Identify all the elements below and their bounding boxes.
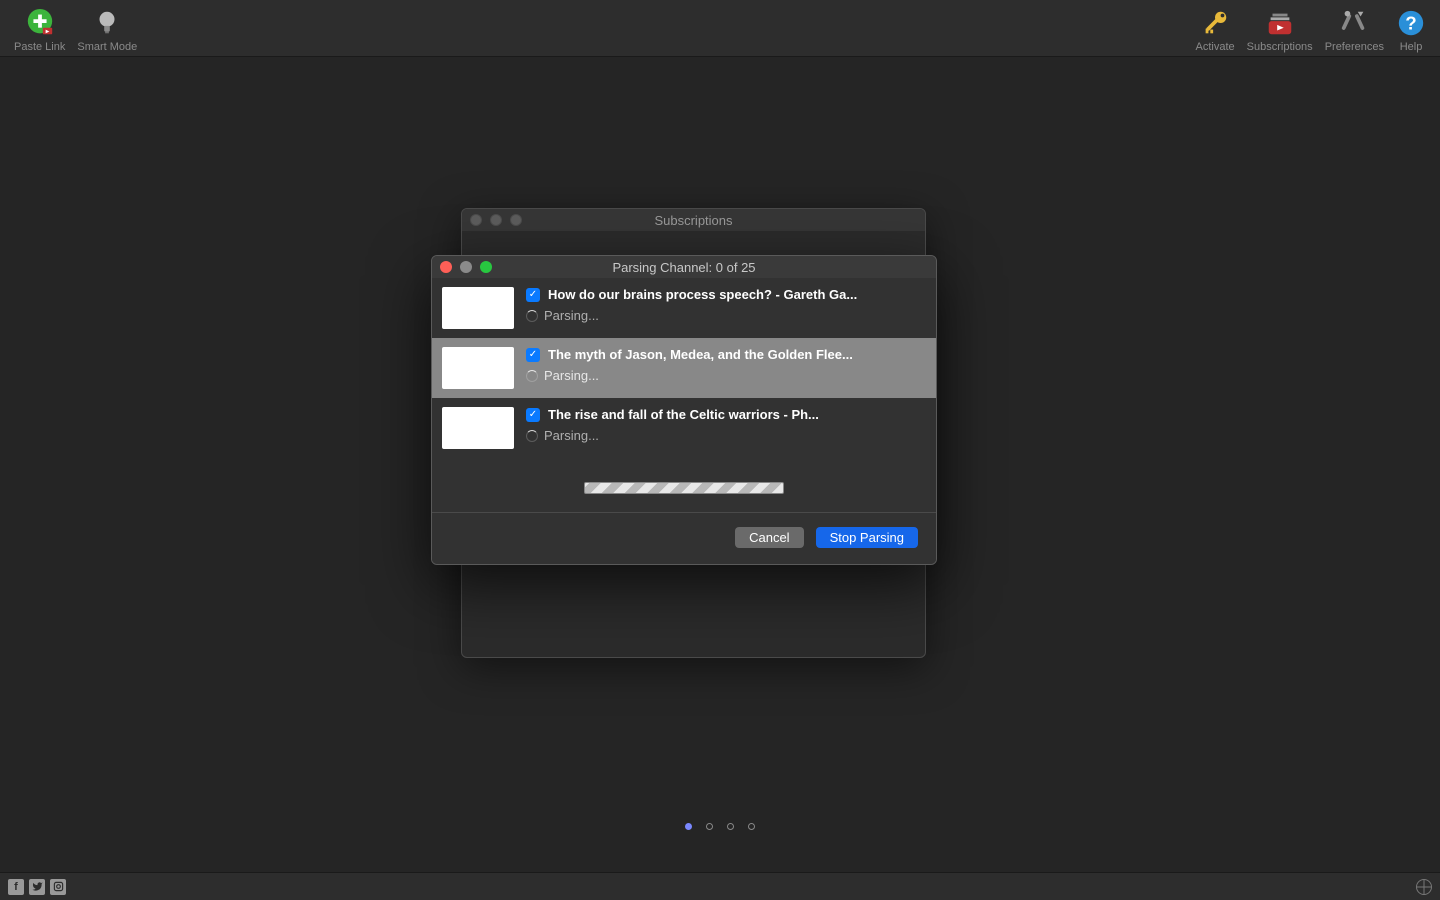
svg-text:?: ? [1405, 13, 1416, 34]
list-item[interactable]: ✓ The myth of Jason, Medea, and the Gold… [432, 338, 936, 398]
spinner-icon [526, 430, 538, 442]
parsing-traffic-lights [440, 261, 492, 273]
smart-mode-button[interactable]: Smart Mode [71, 4, 143, 56]
page-indicator [0, 823, 1440, 830]
subscriptions-traffic-lights [470, 214, 522, 226]
twitter-icon[interactable] [29, 879, 45, 895]
parsing-modal: Parsing Channel: 0 of 25 ✓ How do our br… [431, 255, 937, 565]
parsing-titlebar[interactable]: Parsing Channel: 0 of 25 [432, 256, 936, 278]
close-icon[interactable] [440, 261, 452, 273]
page-dot[interactable] [748, 823, 755, 830]
progress-area [432, 458, 936, 512]
smart-mode-label: Smart Mode [77, 41, 137, 53]
subscriptions-icon [1265, 8, 1295, 38]
social-links: f [8, 879, 66, 895]
video-thumbnail [442, 347, 514, 389]
preferences-label: Preferences [1325, 41, 1384, 53]
indeterminate-progress [584, 482, 784, 494]
parsing-list: ✓ How do our brains process speech? - Ga… [432, 278, 936, 458]
page-dot[interactable] [706, 823, 713, 830]
item-checkbox[interactable]: ✓ [526, 408, 540, 422]
paste-link-icon [25, 8, 55, 38]
video-thumbnail [442, 407, 514, 449]
status-bar: f [0, 872, 1440, 900]
zoom-icon[interactable] [480, 261, 492, 273]
paste-link-button[interactable]: Paste Link [8, 4, 71, 56]
smart-mode-icon [92, 8, 122, 38]
item-status: Parsing... [544, 308, 599, 323]
cancel-button[interactable]: Cancel [735, 527, 803, 548]
instagram-icon[interactable] [50, 879, 66, 895]
item-title: The myth of Jason, Medea, and the Golden… [548, 347, 853, 362]
page-dot[interactable] [685, 823, 692, 830]
item-checkbox[interactable]: ✓ [526, 288, 540, 302]
preferences-icon [1339, 8, 1369, 38]
paste-link-label: Paste Link [14, 41, 65, 53]
subscriptions-titlebar[interactable]: Subscriptions [462, 209, 925, 231]
globe-icon[interactable] [1416, 879, 1432, 895]
facebook-icon[interactable]: f [8, 879, 24, 895]
toolbar-right-group: Activate Subscriptions [1190, 4, 1433, 56]
spinner-icon [526, 310, 538, 322]
subscriptions-label: Subscriptions [1247, 41, 1313, 53]
item-title: How do our brains process speech? - Gare… [548, 287, 857, 302]
minimize-icon[interactable] [460, 261, 472, 273]
key-icon [1200, 8, 1230, 38]
item-checkbox[interactable]: ✓ [526, 348, 540, 362]
help-button[interactable]: ? Help [1390, 4, 1432, 56]
item-status: Parsing... [544, 428, 599, 443]
close-icon[interactable] [470, 214, 482, 226]
list-item[interactable]: ✓ The rise and fall of the Celtic warrio… [432, 398, 936, 458]
page-dot[interactable] [727, 823, 734, 830]
parsing-modal-title: Parsing Channel: 0 of 25 [432, 260, 936, 275]
stop-parsing-button[interactable]: Stop Parsing [816, 527, 918, 548]
item-status: Parsing... [544, 368, 599, 383]
list-item[interactable]: ✓ How do our brains process speech? - Ga… [432, 278, 936, 338]
minimize-icon[interactable] [490, 214, 502, 226]
modal-footer: Cancel Stop Parsing [432, 512, 936, 564]
video-thumbnail [442, 287, 514, 329]
help-icon: ? [1396, 8, 1426, 38]
preferences-button[interactable]: Preferences [1319, 4, 1390, 56]
item-title: The rise and fall of the Celtic warriors… [548, 407, 819, 422]
spinner-icon [526, 370, 538, 382]
activate-label: Activate [1196, 41, 1235, 53]
zoom-icon[interactable] [510, 214, 522, 226]
subscriptions-window-title: Subscriptions [462, 213, 925, 228]
help-label: Help [1400, 41, 1423, 53]
activate-button[interactable]: Activate [1190, 4, 1241, 56]
main-toolbar: Paste Link Smart Mode [0, 0, 1440, 57]
subscriptions-button[interactable]: Subscriptions [1241, 4, 1319, 56]
toolbar-left-group: Paste Link Smart Mode [8, 4, 143, 56]
